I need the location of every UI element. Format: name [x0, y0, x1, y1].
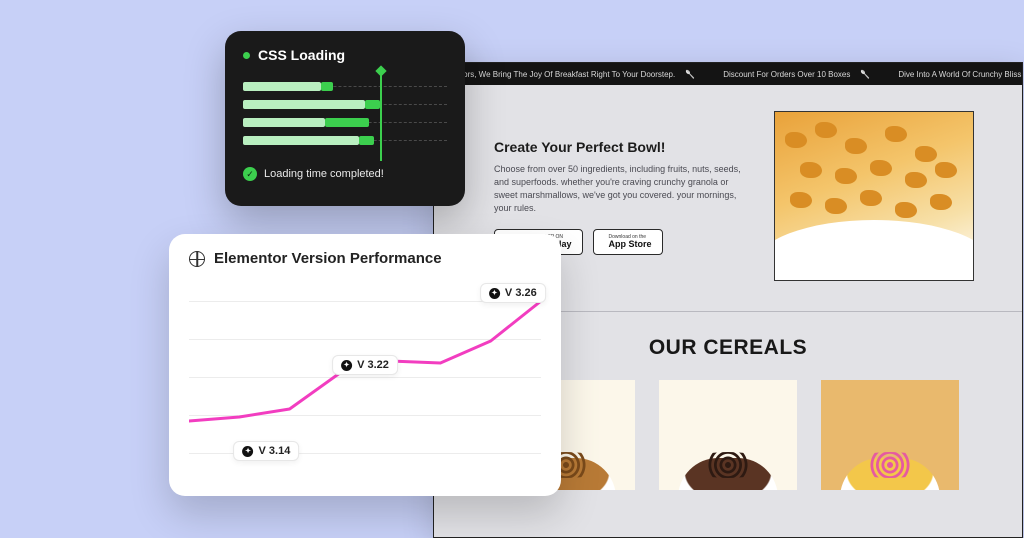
performance-chart: ✦ V 3.14 ✦ V 3.22 ✦ V 3.26	[189, 277, 541, 477]
loading-bar	[243, 81, 447, 91]
css-card-header: CSS Loading	[243, 47, 447, 63]
globe-icon	[189, 251, 205, 267]
spoon-icon: 🥄	[860, 70, 870, 79]
performance-chart-card: Elementor Version Performance ✦ V 3.14 ✦ V …	[169, 234, 561, 496]
promo-ticker: Flavors, We Bring The Joy Of Breakfast R…	[434, 63, 1022, 85]
css-status-text: Loading time completed!	[264, 168, 384, 180]
cereal-flakes-graphic	[775, 112, 973, 280]
version-dot-icon: ✦	[341, 360, 352, 371]
perf-card-title: Elementor Version Performance	[214, 250, 442, 267]
version-label: ✦ V 3.14	[234, 441, 300, 461]
ticker-text: Discount For Orders Over 10 Boxes	[723, 70, 850, 79]
version-dot-icon: ✦	[489, 288, 500, 299]
loading-bar	[243, 135, 447, 145]
loading-bar	[243, 117, 447, 127]
css-card-title: CSS Loading	[258, 47, 345, 63]
status-dot-icon	[243, 52, 250, 59]
ticker-item: Flavors, We Bring The Joy Of Breakfast R…	[434, 70, 709, 79]
app-store-button[interactable]: Download on the App Store	[593, 229, 663, 255]
hero-copy: Choose from over 50 ingredients, includi…	[494, 163, 752, 215]
css-loading-card: CSS Loading ✓ Loading time completed!	[225, 31, 465, 206]
version-label-text: V 3.26	[505, 287, 537, 299]
app-store-label: App Store	[609, 240, 652, 250]
loading-bar	[243, 99, 447, 109]
cereal-card[interactable]	[659, 380, 797, 490]
version-label: ✦ V 3.22	[332, 355, 398, 375]
version-label-text: V 3.14	[259, 445, 291, 457]
ticker-text: Dive Into A World Of Crunchy Bliss, Wher…	[898, 70, 1022, 79]
hero-image	[774, 111, 974, 281]
version-label-text: V 3.22	[357, 359, 389, 371]
css-card-footer: ✓ Loading time completed!	[243, 167, 447, 181]
version-dot-icon: ✦	[243, 446, 254, 457]
ticker-text: Flavors, We Bring The Joy Of Breakfast R…	[448, 70, 675, 79]
css-bars	[243, 77, 447, 163]
ticker-item: Discount For Orders Over 10 Boxes 🥄	[709, 70, 884, 79]
threshold-line	[380, 71, 382, 161]
check-circle-icon: ✓	[243, 167, 257, 181]
perf-card-header: Elementor Version Performance	[189, 250, 541, 267]
spoon-icon: 🥄	[685, 70, 695, 79]
version-label: ✦ V 3.26	[480, 283, 546, 303]
cereal-card[interactable]	[821, 380, 959, 490]
hero-title: Create Your Perfect Bowl!	[494, 139, 752, 155]
ticker-item: Dive Into A World Of Crunchy Bliss, Wher…	[884, 70, 1022, 79]
